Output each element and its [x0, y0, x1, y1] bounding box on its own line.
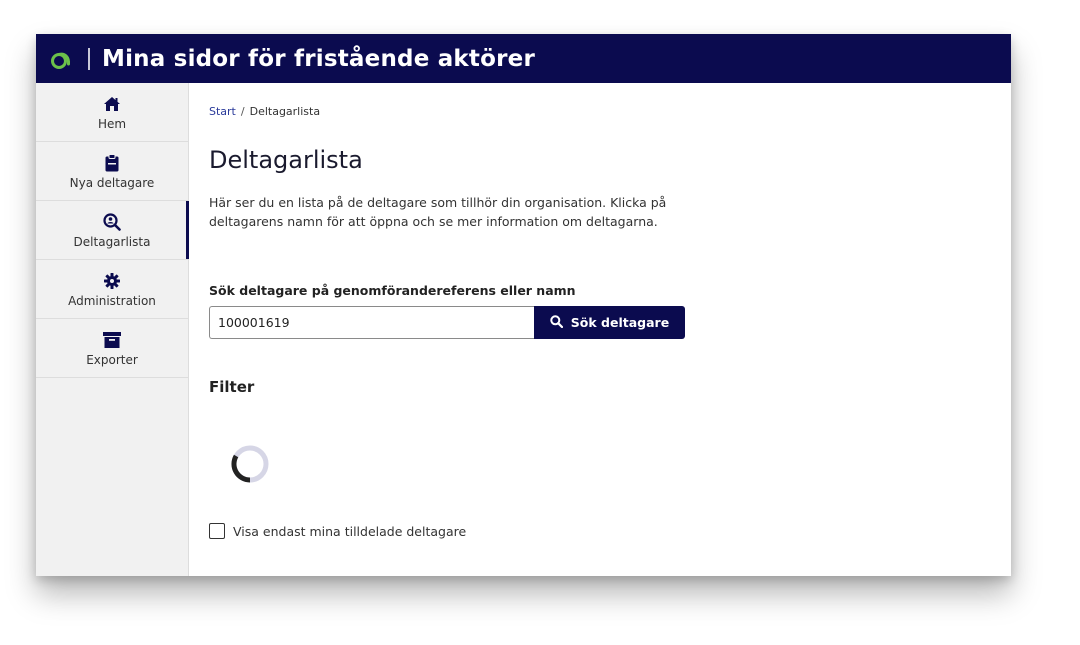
- search-person-icon: [103, 212, 121, 232]
- sidebar: Hem Nya deltagare Deltagarlista Administ…: [36, 83, 189, 576]
- sidebar-item-hem[interactable]: Hem: [36, 83, 188, 142]
- assigned-only-checkbox[interactable]: [209, 523, 225, 539]
- search-input[interactable]: [209, 306, 534, 339]
- breadcrumb-current: Deltagarlista: [249, 105, 321, 118]
- loading-spinner-icon: [229, 443, 271, 485]
- app-header: Mina sidor för fristående aktörer: [36, 34, 1011, 83]
- breadcrumb: Start / Deltagarlista: [209, 105, 320, 118]
- search-icon: [550, 314, 563, 331]
- sidebar-item-label: Exporter: [86, 352, 138, 367]
- sidebar-item-administration[interactable]: Administration: [36, 260, 188, 319]
- search-button-label: Sök deltagare: [570, 315, 670, 330]
- assigned-only-checkbox-row[interactable]: Visa endast mina tilldelade deltagare: [209, 523, 466, 539]
- page-title: Deltagarlista: [209, 146, 363, 174]
- breadcrumb-start-link[interactable]: Start: [209, 105, 236, 118]
- checkbox-label: Visa endast mina tilldelade deltagare: [233, 523, 467, 539]
- header-divider: [88, 47, 90, 70]
- app-window: Mina sidor för fristående aktörer Hem Ny…: [36, 34, 1011, 576]
- gear-icon: [104, 271, 120, 291]
- search-row: Sök deltagare: [209, 306, 685, 339]
- app-title: Mina sidor för fristående aktörer: [102, 45, 535, 72]
- search-label: Sök deltagare på genomförandereferens el…: [209, 283, 576, 298]
- main-content: Start / Deltagarlista Deltagarlista Här se…: [209, 83, 1011, 576]
- sidebar-item-nya-deltagare[interactable]: Nya deltagare: [36, 142, 188, 201]
- home-icon: [103, 94, 121, 114]
- archive-icon: [103, 330, 121, 350]
- sidebar-item-label: Nya deltagare: [69, 175, 155, 190]
- clipboard-icon: [105, 153, 119, 173]
- intro-text: Här ser du en lista på de deltagare som …: [209, 195, 667, 229]
- sidebar-item-label: Deltagarlista: [73, 234, 151, 249]
- filter-heading: Filter: [209, 378, 255, 396]
- sidebar-item-deltagarlista[interactable]: Deltagarlista: [36, 201, 189, 260]
- af-logo-icon[interactable]: [48, 46, 74, 72]
- sidebar-item-exporter[interactable]: Exporter: [36, 319, 188, 378]
- sidebar-item-label: Administration: [68, 293, 156, 308]
- search-button[interactable]: Sök deltagare: [534, 306, 685, 339]
- breadcrumb-separator: /: [240, 105, 245, 118]
- sidebar-item-label: Hem: [97, 116, 127, 131]
